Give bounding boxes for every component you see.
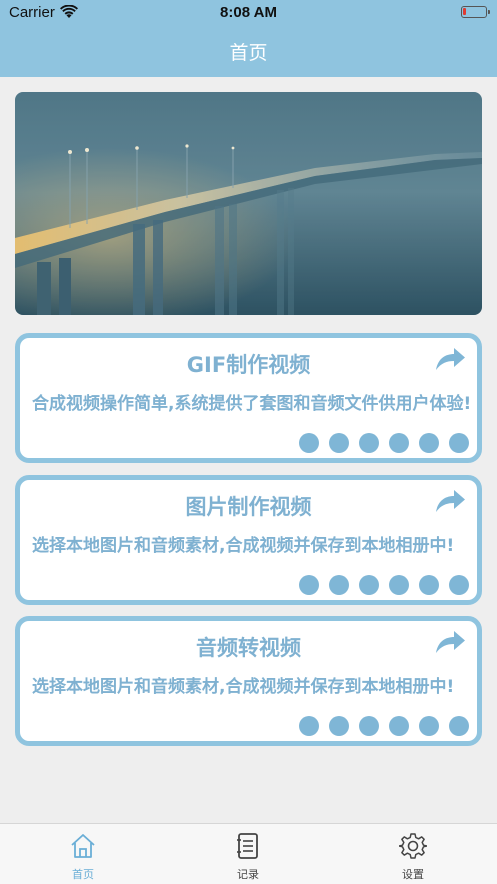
progress-dots — [299, 433, 469, 453]
dot — [299, 433, 319, 453]
home-icon — [71, 834, 95, 858]
dot — [329, 716, 349, 736]
tab-label: 首页 — [72, 868, 94, 881]
dot — [419, 716, 439, 736]
tab-bar: 首页 记录 设置 — [0, 823, 497, 884]
dot — [329, 433, 349, 453]
tab-records[interactable]: 记录 — [188, 824, 308, 884]
audio-to-video-card[interactable]: 音频转视频 选择本地图片和音频素材,合成视频并保存到本地相册中! — [15, 616, 482, 746]
card-description: 合成视频操作简单,系统提供了套图和音频文件供用户体验! — [32, 394, 472, 414]
tab-home[interactable]: 首页 — [23, 824, 143, 884]
battery-icon — [461, 6, 490, 18]
dot — [299, 575, 319, 595]
progress-dots — [299, 575, 469, 595]
gear-icon — [399, 833, 427, 859]
tab-settings[interactable]: 设置 — [353, 824, 473, 884]
bridge-in-fog-image — [15, 92, 482, 315]
dot — [389, 716, 409, 736]
tab-label: 设置 — [402, 868, 424, 881]
card-description: 选择本地图片和音频素材,合成视频并保存到本地相册中! — [32, 536, 455, 556]
dot — [449, 716, 469, 736]
dot — [359, 716, 379, 736]
page-title: 首页 — [229, 42, 268, 64]
dot — [449, 433, 469, 453]
dot — [389, 575, 409, 595]
card-title: 图片制作视频 — [185, 495, 312, 519]
status-bar: Carrier 8:08 AM — [0, 0, 497, 26]
dot — [359, 433, 379, 453]
dot — [419, 575, 439, 595]
banner-image — [15, 92, 482, 315]
card-title: GIF制作视频 — [186, 353, 311, 377]
gif-to-video-card[interactable]: GIF制作视频 合成视频操作简单,系统提供了套图和音频文件供用户体验! — [15, 333, 482, 463]
dot — [329, 575, 349, 595]
share-arrow-icon[interactable] — [434, 346, 466, 372]
card-description: 选择本地图片和音频素材,合成视频并保存到本地相册中! — [32, 677, 455, 697]
notebook-icon — [237, 833, 258, 859]
dot — [359, 575, 379, 595]
images-to-video-card[interactable]: 图片制作视频 选择本地图片和音频素材,合成视频并保存到本地相册中! — [15, 475, 482, 605]
battery-level — [463, 8, 466, 15]
share-arrow-icon[interactable] — [434, 488, 466, 514]
clock: 8:08 AM — [220, 4, 277, 21]
navigation-bar: 首页 — [0, 26, 497, 77]
card-title: 音频转视频 — [196, 636, 301, 660]
dot — [449, 575, 469, 595]
tab-label: 记录 — [237, 868, 259, 881]
dot — [389, 433, 409, 453]
progress-dots — [299, 716, 469, 736]
dot — [419, 433, 439, 453]
dot — [299, 716, 319, 736]
share-arrow-icon[interactable] — [434, 629, 466, 655]
